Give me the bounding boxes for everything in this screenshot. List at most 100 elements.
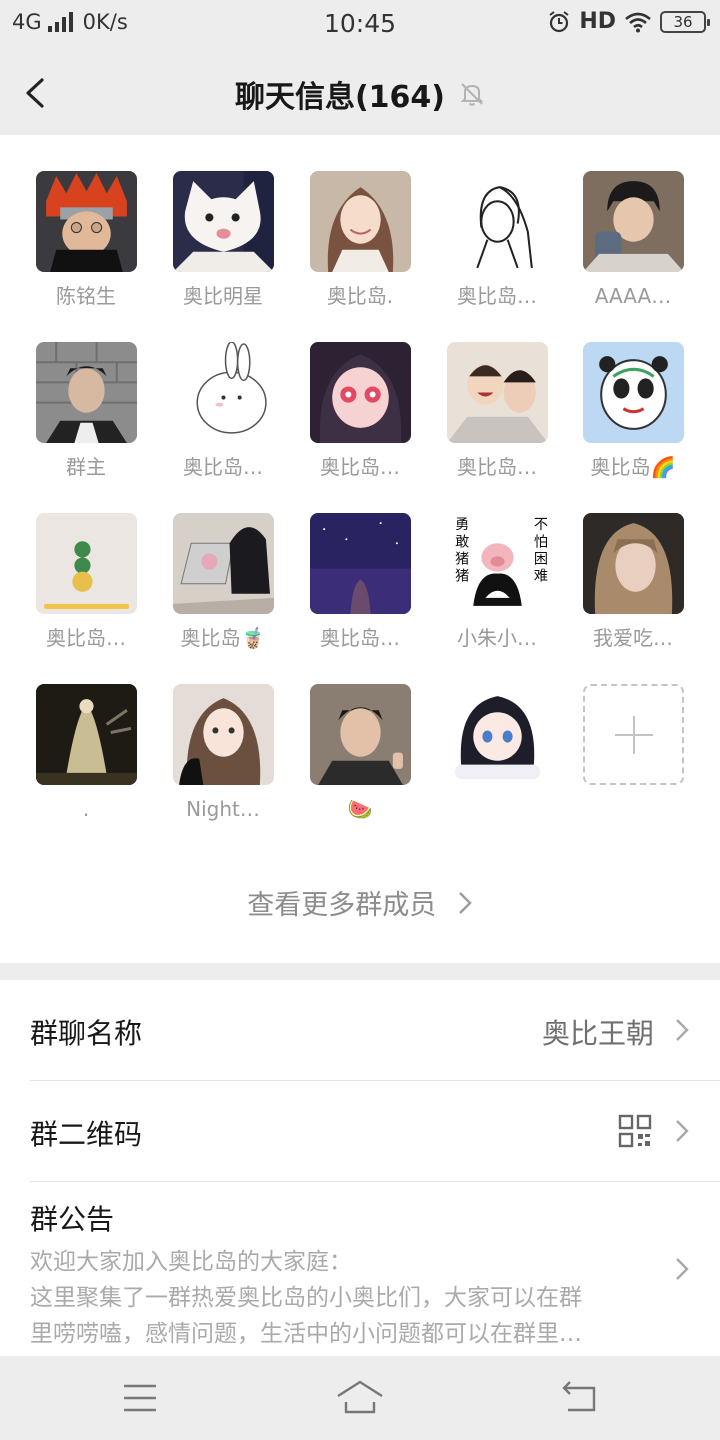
view-more-members-button[interactable]: 查看更多群成员 — [0, 883, 720, 922]
avatar — [172, 513, 274, 614]
settings-card: 群聊名称 奥比王朝 群二维码 群公告 欢迎大家加入奥比岛的大家庭： 这里聚集了一… — [0, 980, 720, 1356]
group-notice-label: 群公告 — [30, 1203, 115, 1236]
group-name-row[interactable]: 群聊名称 奥比王朝 — [0, 980, 720, 1080]
return-icon — [562, 1381, 596, 1412]
avatar — [582, 513, 684, 614]
member-name: 奥比岛🌈 — [590, 455, 676, 479]
status-bar: 4G 0K/s 10:45 HD 36 — [0, 0, 720, 52]
notice-line: 里唠唠嗑，感情问题，生活中的小问题都可以在群里… — [30, 1321, 582, 1347]
notice-line: 欢迎大家加入奥比岛的大家庭： — [30, 1249, 352, 1275]
member-item[interactable]: . — [26, 684, 146, 823]
member-item[interactable]: 奥比岛… — [300, 513, 420, 652]
add-member-button[interactable] — [573, 684, 693, 785]
sticker-caption-char: 猪 — [455, 569, 469, 585]
avatar — [35, 342, 137, 443]
member-item[interactable]: 奥比明星 — [163, 171, 283, 310]
avatar — [446, 684, 548, 785]
member-name: 奥比岛… — [320, 626, 400, 650]
member-name: 奥比岛… — [320, 455, 400, 479]
member-item[interactable]: 奥比岛🧋 — [163, 513, 283, 652]
member-item[interactable]: Night… — [163, 684, 283, 823]
member-name: 陈铭生 — [56, 284, 116, 308]
menu-button[interactable] — [122, 1376, 158, 1424]
system-nav-bar — [0, 1356, 720, 1440]
member-item[interactable]: 勇敢猪猪 不怕困难 小朱小… — [437, 513, 557, 652]
chevron-right-icon — [676, 1258, 689, 1280]
member-name: 奥比岛… — [457, 284, 537, 308]
member-name: Night… — [186, 797, 260, 821]
member-item[interactable]: 🍉 — [300, 684, 420, 823]
plus-icon — [582, 684, 684, 785]
member-item[interactable]: 奥比岛… — [300, 342, 420, 481]
page-title-wrap: 聊天信息(164) — [0, 72, 720, 116]
sticker-caption-char: 怕 — [533, 534, 547, 550]
member-name: . — [82, 797, 90, 821]
member-item[interactable]: 奥比岛… — [26, 513, 146, 652]
avatar — [35, 171, 137, 272]
avatar — [309, 171, 411, 272]
back-nav-button[interactable] — [560, 1376, 600, 1424]
group-name-value: 奥比王朝 — [541, 1017, 654, 1050]
battery-icon: 36 — [660, 10, 710, 33]
member-name — [437, 795, 557, 823]
home-icon — [337, 1380, 383, 1414]
sticker-caption-char: 困 — [533, 552, 547, 568]
sticker-caption-char: 猪 — [455, 552, 469, 568]
status-right: HD 36 — [547, 9, 710, 34]
view-more-label: 查看更多群成员 — [247, 890, 437, 921]
menu-icon — [124, 1384, 156, 1412]
avatar — [172, 684, 274, 785]
avatar — [35, 513, 137, 614]
sticker-caption-char: 不 — [533, 517, 547, 533]
member-item[interactable]: 奥比岛. — [300, 171, 420, 310]
wifi-icon — [625, 12, 651, 32]
member-name: 奥比岛… — [457, 455, 537, 479]
member-item[interactable]: 奥比岛… — [437, 171, 557, 310]
qr-code-row[interactable]: 群二维码 — [0, 1081, 720, 1181]
member-name: 奥比岛… — [46, 626, 126, 650]
home-button[interactable] — [336, 1376, 384, 1424]
member-item[interactable]: AAAA… — [573, 171, 693, 310]
avatar — [172, 342, 274, 443]
member-item[interactable]: 陈铭生 — [26, 171, 146, 310]
avatar — [582, 171, 684, 272]
member-item[interactable]: 群主 — [26, 342, 146, 481]
member-item[interactable]: 我爱吃… — [573, 513, 693, 652]
chevron-right-icon — [676, 1019, 689, 1041]
qr-code-label: 群二维码 — [30, 1118, 143, 1151]
nav-bar: 聊天信息(164) — [0, 52, 720, 134]
member-item[interactable]: 奥比岛… — [437, 342, 557, 481]
chevron-right-icon — [458, 892, 472, 914]
member-name: 小朱小… — [457, 626, 537, 650]
sticker-caption-char: 勇 — [455, 517, 469, 533]
member-grid: 陈铭生 奥比明星 奥比岛. 奥比岛… AAAA… 群主 奥比岛… 奥比岛… 奥比… — [0, 135, 720, 963]
member-name: 群主 — [66, 455, 106, 479]
avatar — [446, 171, 548, 272]
avatar — [172, 171, 274, 272]
member-name: 奥比岛… — [183, 455, 263, 479]
avatar — [35, 684, 137, 785]
member-name: 奥比岛. — [326, 284, 394, 308]
avatar — [309, 513, 411, 614]
member-name: AAAA… — [594, 284, 672, 308]
member-item[interactable]: 奥比岛🌈 — [573, 342, 693, 481]
qr-code-icon — [618, 1114, 652, 1148]
page-title: 聊天信息(164) — [234, 80, 446, 115]
member-name: 奥比岛🧋 — [180, 626, 266, 650]
chevron-right-icon — [676, 1120, 689, 1142]
sticker-caption-char: 难 — [533, 569, 547, 585]
group-notice-text: 欢迎大家加入奥比岛的大家庭： 这里聚集了一群热爱奥比岛的小奥比们，大家可以在群 … — [30, 1244, 650, 1352]
member-name: 🍉 — [347, 797, 373, 821]
member-item[interactable]: 奥比岛… — [163, 342, 283, 481]
avatar — [446, 342, 548, 443]
notice-line: 这里聚集了一群热爱奥比岛的小奥比们，大家可以在群 — [30, 1285, 582, 1311]
group-name-label: 群聊名称 — [30, 1017, 143, 1050]
mute-bell-icon — [460, 83, 484, 106]
member-name: 我爱吃… — [593, 626, 673, 650]
avatar — [582, 342, 684, 443]
member-item[interactable] — [437, 684, 557, 823]
avatar — [309, 342, 411, 443]
alarm-icon — [549, 10, 569, 32]
avatar — [309, 684, 411, 785]
hd-indicator: HD — [579, 9, 616, 34]
